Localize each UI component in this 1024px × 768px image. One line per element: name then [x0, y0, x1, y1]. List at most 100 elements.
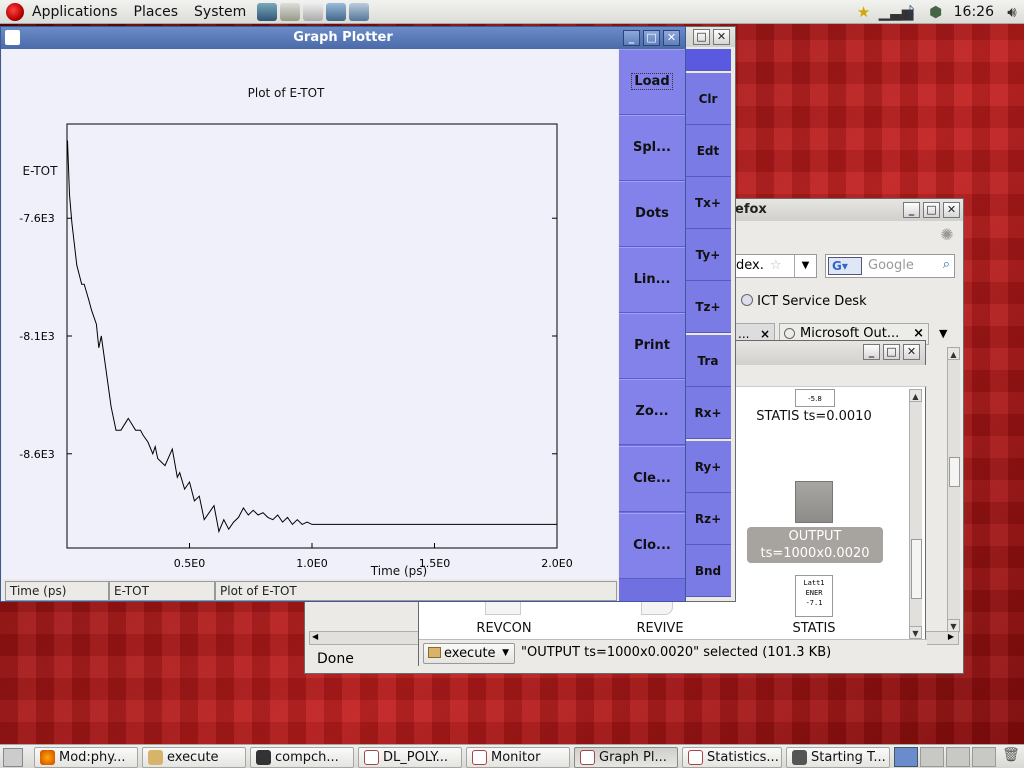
file-revcon[interactable]: REVCON [459, 621, 549, 636]
task-graph-plotter[interactable]: Graph Pl... [574, 747, 678, 768]
file-output-selected[interactable]: OUTPUT ts=1000x0.0020 [747, 527, 883, 563]
signal-icon[interactable]: ▁▃▅ [879, 3, 914, 21]
y-tick-label: -8.1E3 [19, 330, 54, 343]
tz-plus-button[interactable]: Tz+ [685, 281, 731, 333]
zoom-button[interactable]: Zo... [619, 379, 685, 445]
bnd-button[interactable]: Bnd [685, 545, 731, 597]
statis-thumbnail[interactable]: Latt1 ENER -7.1 [795, 575, 833, 617]
location-dropdown[interactable]: execute ▼ [423, 643, 515, 664]
menu-system[interactable]: System [186, 0, 254, 24]
task-statistics[interactable]: Statistics... [682, 747, 782, 768]
graph-plotter-buttons: Load Spl... Dots Lin... Print Zo... Cle.… [619, 49, 685, 601]
mail-launcher-icon[interactable] [280, 2, 301, 21]
file-statis-ts[interactable]: STATIS ts=0.0010 [739, 409, 889, 424]
scroll-right-icon[interactable]: ▶ [948, 632, 954, 641]
trash-icon[interactable]: 🗑︎ [1002, 747, 1020, 767]
scroll-thumb[interactable] [911, 539, 922, 599]
spline-button[interactable]: Spl... [619, 115, 685, 181]
task-firefox[interactable]: Mod:phy... [34, 747, 138, 768]
workspace-1[interactable] [894, 747, 918, 767]
rx-plus-button[interactable]: Rx+ [685, 387, 731, 439]
minimize-button[interactable]: _ [903, 202, 920, 218]
document-icon[interactable] [795, 481, 833, 523]
top-bar [685, 49, 731, 71]
rz-plus-button[interactable]: Rz+ [685, 493, 731, 545]
volume-icon[interactable]: 🔊︎ [1003, 3, 1021, 21]
url-bar[interactable]: dex. ☆ ▼ [733, 254, 817, 278]
menu-places[interactable]: Places [126, 0, 187, 24]
scroll-up-icon[interactable]: ▲ [909, 389, 922, 402]
bookmark-star-icon[interactable]: ☆ [770, 255, 782, 277]
network-launcher-icon[interactable] [257, 2, 278, 21]
tab-list-icon[interactable]: ▼ [939, 327, 947, 340]
close-button[interactable]: ✕ [943, 202, 960, 218]
clear-button[interactable]: Cle... [619, 446, 685, 512]
update-icon[interactable]: ⬢ [927, 3, 945, 21]
file-statis[interactable]: STATIS [769, 621, 859, 636]
star-icon[interactable]: ★ [855, 3, 873, 21]
search-engine-icon[interactable]: G▾ [828, 257, 862, 275]
close-button[interactable]: ✕ [713, 29, 730, 45]
ty-plus-button[interactable]: Ty+ [685, 229, 731, 281]
task-monitor[interactable]: Monitor [466, 747, 570, 768]
url-dropdown-icon[interactable]: ▼ [794, 255, 816, 277]
edt-button[interactable]: Edt [685, 125, 731, 177]
line-chart[interactable]: Plot of E-TOT E-TOT Time (ps) 0.5E0 1.0E0… [2, 49, 618, 579]
statis-ts-thumbnail[interactable]: -5.8 [795, 389, 835, 407]
scroll-thumb[interactable] [949, 457, 960, 487]
show-desktop-icon[interactable] [3, 748, 23, 767]
file-revive[interactable]: REVIVE [615, 621, 705, 636]
close-plot-button[interactable]: Clo... [619, 513, 685, 579]
close-button[interactable]: ✕ [903, 344, 920, 360]
url-text: dex. [736, 258, 764, 273]
tx-plus-button[interactable]: Tx+ [685, 177, 731, 229]
tab-label: ... [738, 327, 750, 341]
series-line [67, 140, 557, 534]
tra-button[interactable]: Tra [685, 335, 731, 387]
maximize-button[interactable]: □ [923, 202, 940, 218]
print-button[interactable]: Print [619, 313, 685, 379]
writer-launcher-icon[interactable] [303, 2, 324, 21]
load-button[interactable]: Load [619, 49, 685, 115]
file-browser-scrollbar[interactable]: ▲ ▼ [909, 389, 922, 639]
lines-button[interactable]: Lin... [619, 247, 685, 313]
minimize-button[interactable]: _ [863, 344, 880, 360]
task-dlpoly[interactable]: DL_POLY... [358, 747, 462, 768]
scroll-left-icon[interactable]: ◀ [312, 632, 318, 641]
task-execute[interactable]: execute [142, 747, 246, 768]
scroll-up-icon[interactable]: ▲ [947, 347, 960, 360]
graph-plotter-titlebar[interactable]: Graph Plotter _ □ ✕ [1, 27, 685, 49]
menu-applications[interactable]: Applications [24, 0, 126, 24]
firefox-scrollbar[interactable]: ▲ ▼ [947, 347, 960, 633]
search-icon[interactable]: ⌕ [943, 257, 950, 272]
close-button[interactable]: ✕ [663, 30, 680, 46]
scroll-down-icon[interactable]: ▼ [909, 626, 922, 639]
search-box[interactable]: G▾ Google ⌕ [825, 254, 955, 278]
file-status-text: "OUTPUT ts=1000x0.0020" selected (101.3 … [521, 645, 832, 660]
clr-button[interactable]: Clr [685, 73, 731, 125]
task-starting[interactable]: Starting T... [786, 747, 890, 768]
minimize-button[interactable]: _ [623, 30, 640, 46]
presentation-launcher-icon[interactable] [326, 2, 347, 21]
maximize-button[interactable]: □ [643, 30, 660, 46]
task-terminal[interactable]: compch... [250, 747, 354, 768]
workspace-3[interactable] [946, 747, 970, 767]
java-icon [472, 750, 487, 765]
file-browser-statusbar: execute ▼ "OUTPUT ts=1000x0.0020" select… [419, 639, 927, 667]
bookmark-ict[interactable]: ICT Service Desk [741, 294, 867, 309]
folder-icon [148, 750, 163, 765]
firefox-icon [40, 750, 55, 765]
workspace-2[interactable] [920, 747, 944, 767]
system-tray: ★ ▁▃▅ ᛒ ⬢ 16:26 🔊︎ [852, 0, 1024, 24]
bluetooth-icon[interactable]: ᛒ [903, 3, 921, 21]
clock[interactable]: 16:26 [948, 4, 1000, 20]
redhat-logo-icon[interactable] [6, 2, 24, 21]
ry-plus-button[interactable]: Ry+ [685, 441, 731, 493]
maximize-button[interactable]: □ [693, 29, 710, 45]
workspace-4[interactable] [972, 747, 996, 767]
maximize-button[interactable]: □ [883, 344, 900, 360]
dots-button[interactable]: Dots [619, 181, 685, 247]
status-plot-title: Plot of E-TOT [215, 581, 617, 601]
top-panel: Applications Places System ★ ▁▃▅ ᛒ ⬢ 16:… [0, 0, 1024, 24]
web-launcher-icon[interactable] [349, 2, 370, 21]
